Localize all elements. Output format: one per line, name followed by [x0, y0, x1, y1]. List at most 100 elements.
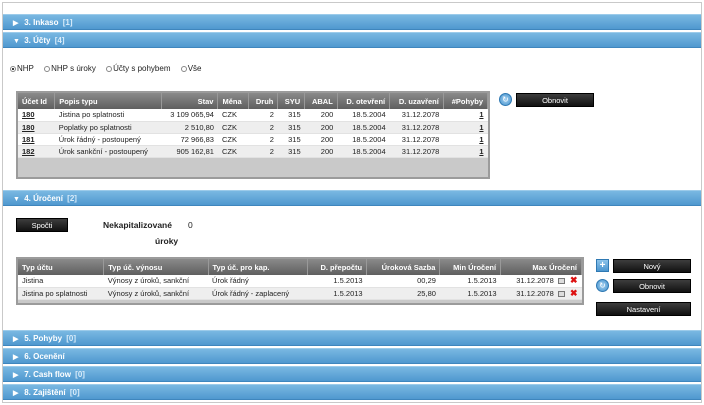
cell: 905 162,81: [161, 145, 218, 158]
cell: 3 109 065,94: [161, 109, 218, 122]
section-header-pohyby[interactable]: ▶ 5. Pohyby [0]: [3, 330, 701, 346]
column-header[interactable]: #Pohyby: [443, 93, 489, 109]
radio-vse[interactable]: Vše: [180, 64, 202, 73]
cell: 200: [304, 133, 338, 146]
expand-arrow-icon: ▶: [13, 336, 19, 343]
cell: 18.5.2004: [337, 109, 390, 122]
moves-link[interactable]: 1: [479, 110, 483, 119]
cell: 315: [277, 145, 305, 158]
column-header[interactable]: D. otevření: [337, 93, 391, 109]
section-header-cash-flow[interactable]: ▶ 7. Cash flow [0]: [3, 366, 701, 382]
cell: 315: [277, 133, 305, 146]
cell: 18.5.2004: [337, 145, 390, 158]
cell: Úrok řádný - zaplacený: [208, 287, 308, 300]
cell: 2: [248, 133, 278, 146]
column-header[interactable]: SYU: [277, 93, 306, 109]
column-header[interactable]: Typ účtu: [18, 259, 105, 275]
cell: 1.5.2013: [439, 287, 501, 300]
cell: CZK: [217, 121, 249, 134]
account-id-link[interactable]: 180: [22, 110, 35, 119]
account-id-link[interactable]: 181: [22, 135, 35, 144]
cell: 72 966,83: [161, 133, 218, 146]
delete-icon[interactable]: ✖: [570, 275, 578, 286]
column-header[interactable]: Účet Id: [18, 93, 56, 109]
cell: 1.5.2013: [307, 287, 367, 300]
cell: 2: [248, 121, 278, 134]
cell: 1.5.2013: [439, 275, 501, 288]
section-count: [0]: [66, 334, 77, 343]
expand-arrow-icon: ▶: [13, 20, 19, 27]
column-header[interactable]: Stav: [161, 93, 219, 109]
accounts-refresh-button[interactable]: Obnovit: [516, 93, 594, 107]
cell: Jistina: [18, 275, 104, 288]
add-icon[interactable]: +: [596, 259, 609, 272]
radio-nhp[interactable]: NHP: [10, 64, 34, 73]
column-header[interactable]: D. přepočtu: [307, 259, 368, 275]
table-row: 181 Úrok řádný - postoupený 72 966,83 CZ…: [18, 133, 488, 146]
edit-icon[interactable]: [557, 278, 565, 285]
expand-arrow-icon: ▶: [13, 390, 19, 397]
collapse-arrow-icon: ▼: [13, 38, 20, 45]
account-filter-radios: NHP NHP s úroky Účty s pohybem Vše: [10, 64, 210, 73]
section-title: 5. Pohyby: [24, 334, 63, 343]
column-header[interactable]: Max Úročení: [500, 259, 582, 275]
section-header-oceneni[interactable]: ▶ 6. Ocenění: [3, 348, 701, 364]
column-header[interactable]: Druh: [248, 93, 279, 109]
column-header[interactable]: Úroková Sazba: [366, 259, 441, 275]
radio-nhp-s-uroky[interactable]: NHP s úroky: [44, 64, 96, 73]
section-header-ucty[interactable]: ▼ 3. Účty [4]: [3, 32, 701, 48]
cell: 31.12.2078: [389, 121, 444, 134]
section-header-uroceni[interactable]: ▼ 4. Úročení [2]: [3, 190, 701, 206]
cell: CZK: [217, 145, 249, 158]
refresh-icon[interactable]: ↻: [499, 93, 512, 106]
uncapitalized-label: Nekapitalizované: [103, 220, 172, 230]
section-header-zajisteni[interactable]: ▶ 8. Zajištění [0]: [3, 384, 701, 400]
edit-icon[interactable]: [557, 290, 565, 297]
column-header[interactable]: Popis typu: [54, 93, 162, 109]
section-title: 4. Úročení: [24, 194, 63, 203]
new-interest-button[interactable]: Nový: [613, 259, 691, 273]
expand-arrow-icon: ▶: [13, 354, 19, 361]
moves-link[interactable]: 1: [479, 123, 483, 132]
cell: Úrok řádný: [208, 275, 308, 288]
section-header-inkaso[interactable]: ▶ 3. Inkaso [1]: [3, 14, 701, 30]
cell: 2 510,80: [161, 121, 218, 134]
cell: 315: [277, 109, 305, 122]
section-count: [2]: [67, 194, 77, 203]
settings-button[interactable]: Nastavení: [596, 302, 691, 316]
refresh-icon[interactable]: ↻: [596, 279, 609, 292]
cell: 31.12.2078: [389, 145, 444, 158]
calculate-button[interactable]: Spočti: [16, 218, 68, 232]
radio-ucty-s-pohybem[interactable]: Účty s pohybem: [106, 64, 170, 73]
section-count: [0]: [75, 370, 85, 379]
section-title: 8. Zajištění: [24, 388, 66, 397]
account-id-link[interactable]: 180: [22, 123, 35, 132]
delete-icon[interactable]: ✖: [570, 288, 578, 299]
radio-selected-icon: [10, 66, 16, 72]
table-row: Jistina Výnosy z úroků, sankční Úrok řád…: [18, 275, 582, 288]
table-row: 180 Jistina po splatnosti 3 109 065,94 C…: [18, 109, 488, 122]
moves-link[interactable]: 1: [479, 135, 483, 144]
account-id-link[interactable]: 182: [22, 147, 35, 156]
column-header[interactable]: Typ úč. výnosu: [103, 259, 209, 275]
section-title: 3. Účty: [24, 36, 51, 45]
table-row: Jistina po splatnosti Výnosy z úroků, sa…: [18, 287, 582, 300]
cell: Výnosy z úroků, sankční: [103, 275, 209, 288]
column-header[interactable]: ABAL: [304, 93, 338, 109]
cell: 31.12.2078: [516, 276, 554, 286]
column-header[interactable]: Min Úročení: [439, 259, 502, 275]
cell: 315: [277, 121, 305, 134]
column-header[interactable]: Měna: [217, 93, 250, 109]
table-row: 182 Úrok sankční - postoupený 905 162,81…: [18, 145, 488, 158]
radio-icon: [106, 66, 113, 72]
column-header[interactable]: D. uzavření: [389, 93, 444, 109]
cell: 31.12.2078: [516, 288, 554, 298]
section-title: 7. Cash flow: [24, 370, 71, 379]
radio-icon: [180, 66, 187, 72]
cell: 18.5.2004: [337, 121, 390, 134]
cell: 2: [248, 109, 278, 122]
interest-refresh-button[interactable]: Obnovit: [613, 279, 691, 293]
moves-link[interactable]: 1: [479, 147, 483, 156]
cell: 18.5.2004: [337, 133, 390, 146]
column-header[interactable]: Typ úč. pro kap.: [208, 259, 308, 275]
